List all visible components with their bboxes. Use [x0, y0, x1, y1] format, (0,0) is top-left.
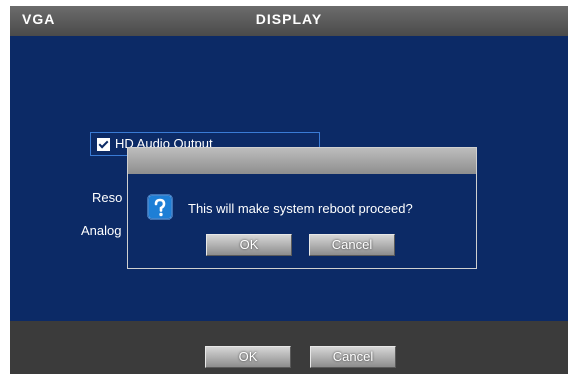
resolution-label: Reso: [92, 190, 123, 205]
reboot-confirm-dialog: This will make system reboot proceed? OK…: [127, 147, 477, 269]
dialog-cancel-button[interactable]: Cancel: [309, 234, 395, 256]
hd-audio-output-checkbox[interactable]: [97, 138, 110, 151]
dialog-title-bar: [128, 148, 476, 174]
page-title: DISPLAY: [255, 11, 323, 27]
footer-ok-button[interactable]: OK: [205, 346, 291, 368]
dialog-ok-button[interactable]: OK: [206, 234, 292, 256]
question-icon: [147, 194, 173, 220]
analog-label: Analog: [81, 223, 122, 238]
footer-cancel-button[interactable]: Cancel: [310, 346, 396, 368]
dialog-message: This will make system reboot proceed?: [188, 201, 413, 216]
